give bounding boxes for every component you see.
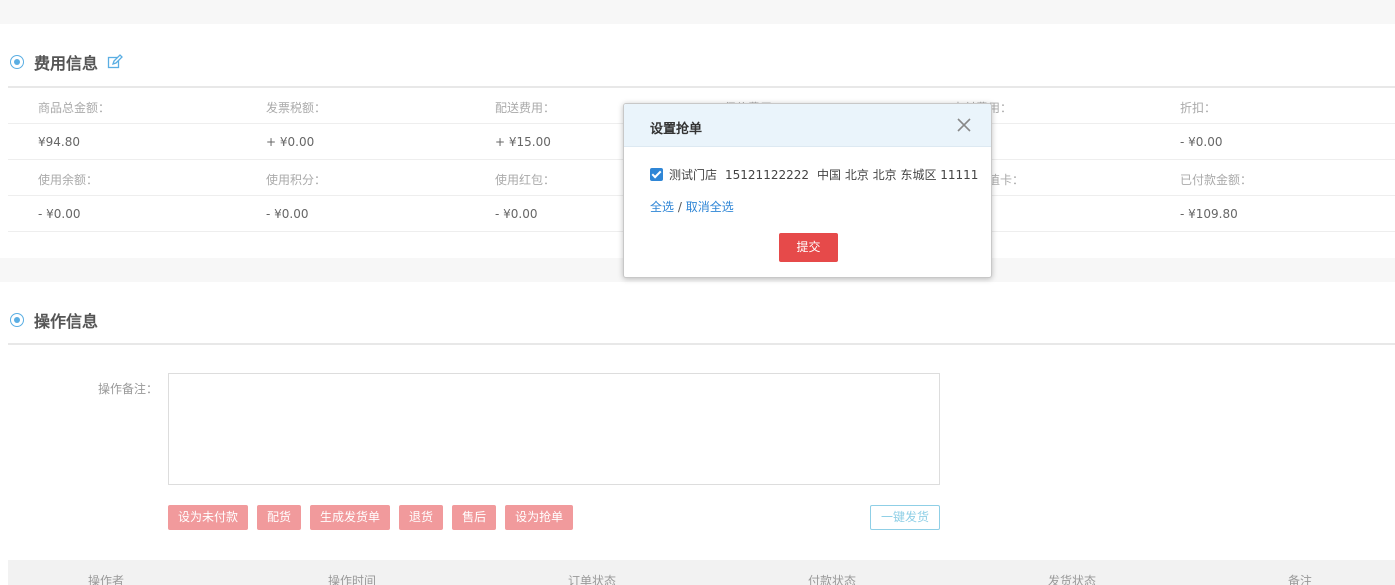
return-button[interactable]: 退货 <box>399 505 444 530</box>
dialog-header: 设置抢单 <box>624 104 991 147</box>
top-strip <box>0 0 1395 24</box>
submit-button[interactable]: 提交 <box>779 233 838 262</box>
order-detail-page: 费用信息 商品总金额： 发票税额： 配送费用： 保价费用： 支付费用： 折扣： … <box>0 0 1395 585</box>
fee-label: 使用红包： <box>495 173 556 187</box>
fee-value: - ¥0.00 <box>266 207 309 221</box>
fee-label: 商品总金额： <box>38 101 111 115</box>
fee-label: 配送费用： <box>495 101 556 115</box>
after-sales-button[interactable]: 售后 <box>452 505 497 530</box>
operation-section-title: 操作信息 <box>34 312 99 331</box>
store-checkbox[interactable] <box>650 168 663 181</box>
action-button-row: 设为未付款 配货 生成发货单 退货 售后 设为抢单 <box>168 505 574 530</box>
operation-section-header: 操作信息 <box>10 308 98 332</box>
fee-label: 发票税额： <box>266 101 327 115</box>
fee-label: 折扣： <box>1180 101 1217 115</box>
fee-label: 值卡： <box>988 173 1025 187</box>
link-separator: / <box>677 200 682 214</box>
section-dot-icon <box>10 55 24 69</box>
close-icon[interactable] <box>957 117 971 132</box>
remark-textarea[interactable] <box>168 373 940 485</box>
fee-value: + ¥15.00 <box>495 135 551 149</box>
set-unpaid-button[interactable]: 设为未付款 <box>168 505 249 530</box>
store-address: 中国 北京 北京 东城区 11111 <box>817 168 979 182</box>
generate-shipping-order-button[interactable]: 生成发货单 <box>310 505 391 530</box>
store-option[interactable]: 测试门店 15121122222 中国 北京 北京 东城区 11111 <box>650 166 978 183</box>
store-name: 测试门店 <box>669 168 718 182</box>
remark-label: 操作备注： <box>98 382 159 396</box>
fee-label: 使用余额： <box>38 173 99 187</box>
section-divider <box>8 343 1395 345</box>
fee-value: - ¥0.00 <box>495 207 538 221</box>
column-header: 操作者 <box>88 574 125 585</box>
column-header: 备注 <box>1288 574 1313 585</box>
log-table-header: 操作者 操作时间 订单状态 付款状态 发货状态 备注 <box>8 560 1395 585</box>
dialog-title: 设置抢单 <box>650 122 703 137</box>
fee-value: + ¥0.00 <box>266 135 315 149</box>
grab-order-dialog: 设置抢单 测试门店 15121122222 中国 北京 北京 东城区 11111… <box>623 103 992 278</box>
fee-value: - ¥109.80 <box>1180 207 1238 221</box>
selection-links: 全选 / 取消全选 <box>650 198 734 215</box>
fee-value: - ¥0.00 <box>38 207 81 221</box>
deselect-all-link[interactable]: 取消全选 <box>686 200 734 214</box>
operation-panel: 操作信息 操作备注： 设为未付款 配货 生成发货单 退货 售后 设为抢单 一键发… <box>0 282 1395 585</box>
fee-section-header: 费用信息 <box>10 50 123 74</box>
column-header: 发货状态 <box>1048 574 1097 585</box>
set-grab-order-button[interactable]: 设为抢单 <box>505 505 574 530</box>
column-header: 付款状态 <box>808 574 857 585</box>
fee-section-title: 费用信息 <box>34 54 99 73</box>
allocate-button[interactable]: 配货 <box>257 505 302 530</box>
one-click-ship-button[interactable]: 一键发货 <box>870 505 940 530</box>
column-header: 订单状态 <box>568 574 617 585</box>
column-header: 操作时间 <box>328 574 377 585</box>
fee-label: 已付款金额： <box>1180 173 1253 187</box>
fee-label: 使用积分： <box>266 173 327 187</box>
fee-value: - ¥0.00 <box>1180 135 1223 149</box>
select-all-link[interactable]: 全选 <box>650 200 674 214</box>
edit-icon[interactable] <box>107 54 123 70</box>
store-phone: 15121122222 <box>725 167 809 182</box>
fee-value: ¥94.80 <box>38 135 80 149</box>
section-dot-icon <box>10 313 24 327</box>
